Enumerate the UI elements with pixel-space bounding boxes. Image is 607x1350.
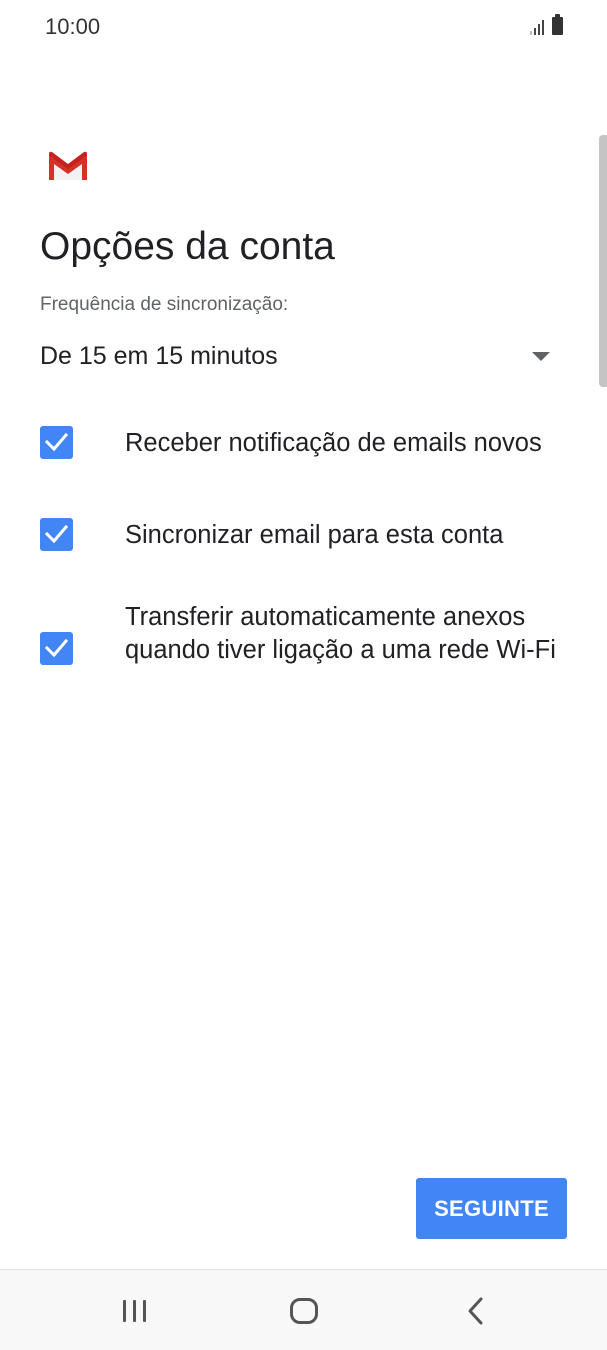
option-label: Sincronizar email para esta conta	[125, 521, 504, 549]
checkmark-icon	[44, 524, 69, 544]
auto-download-attachments-checkbox[interactable]	[40, 632, 73, 665]
sync-frequency-value: De 15 em 15 minutos	[40, 342, 278, 370]
checkmark-icon	[44, 432, 69, 452]
signal-icon	[530, 17, 544, 35]
checkmark-icon	[44, 638, 69, 658]
page-title: Opções da conta	[40, 225, 335, 268]
navigation-bar	[0, 1269, 607, 1350]
gmail-logo-icon	[49, 151, 87, 180]
back-icon[interactable]	[462, 1296, 492, 1326]
option-new-email-notification[interactable]: Receber notificação de emails novos	[40, 424, 580, 464]
status-time: 10:00	[45, 14, 101, 39]
sync-email-checkbox[interactable]	[40, 518, 73, 551]
new-email-notification-checkbox[interactable]	[40, 426, 73, 459]
recent-apps-icon[interactable]	[122, 1298, 148, 1324]
next-button[interactable]: SEGUINTE	[416, 1178, 567, 1239]
dropdown-arrow-icon	[532, 352, 550, 361]
sync-frequency-select[interactable]: De 15 em 15 minutos	[40, 336, 560, 382]
status-icons	[530, 14, 563, 35]
scrollbar[interactable]	[599, 135, 607, 387]
option-label: Transferir automaticamente anexos quando…	[125, 603, 556, 664]
sync-frequency-label: Frequência de sincronização:	[40, 294, 289, 315]
screen: 10:00 Opções da conta Frequência de sinc…	[0, 0, 607, 1350]
home-icon[interactable]	[290, 1298, 318, 1324]
option-sync-email[interactable]: Sincronizar email para esta conta	[40, 516, 580, 556]
status-bar: 10:00	[0, 0, 607, 56]
option-label: Receber notificação de emails novos	[125, 429, 542, 457]
battery-icon	[552, 14, 563, 35]
option-auto-download-attachments[interactable]: Transferir automaticamente anexos quando…	[40, 601, 580, 701]
